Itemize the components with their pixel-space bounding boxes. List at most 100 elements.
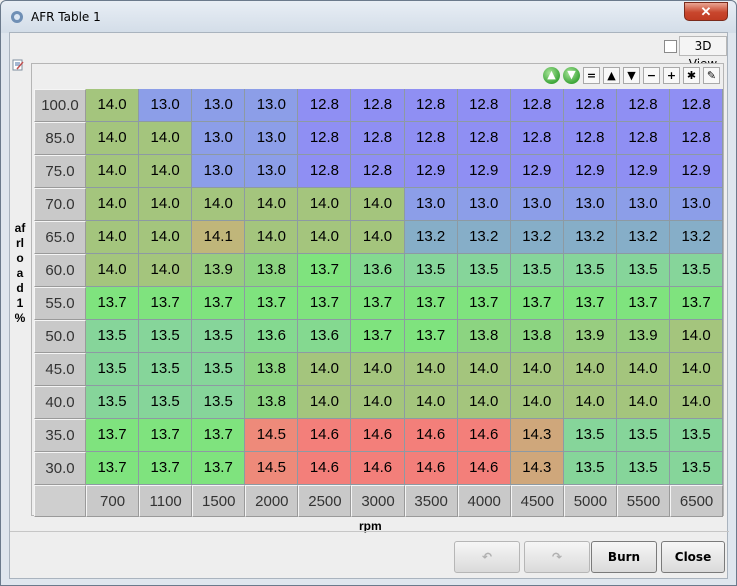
table-cell[interactable]: 12.8 — [457, 89, 511, 122]
table-cell[interactable]: 13.5 — [616, 452, 671, 485]
table-cell[interactable]: 13.2 — [404, 221, 458, 254]
table-cell[interactable]: 13.7 — [192, 419, 246, 452]
table-cell[interactable]: 13.5 — [139, 320, 193, 353]
table-cell[interactable]: 13.8 — [457, 320, 511, 353]
table-cell[interactable]: 12.8 — [563, 122, 617, 155]
table-cell[interactable]: 13.0 — [192, 89, 246, 122]
table-cell[interactable]: 13.6 — [351, 254, 405, 287]
table-cell[interactable]: 14.0 — [245, 221, 299, 254]
table-cell[interactable]: 12.8 — [510, 89, 564, 122]
table-cell[interactable]: 14.0 — [139, 122, 193, 155]
table-cell[interactable]: 12.9 — [457, 155, 511, 188]
table-cell[interactable]: 14.0 — [563, 353, 617, 386]
table-cell[interactable]: 14.0 — [298, 386, 352, 419]
table-cell[interactable]: 13.7 — [616, 287, 671, 320]
table-cell[interactable]: 14.0 — [670, 320, 724, 353]
table-cell[interactable]: 13.7 — [139, 419, 193, 452]
table-cell[interactable]: 13.6 — [245, 320, 299, 353]
table-cell[interactable]: 13.0 — [245, 155, 299, 188]
table-cell[interactable]: 13.5 — [457, 254, 511, 287]
table-cell[interactable]: 14.0 — [404, 353, 458, 386]
table-cell[interactable]: 12.8 — [351, 122, 405, 155]
table-cell[interactable]: 13.0 — [510, 188, 564, 221]
table-cell[interactable]: 13.5 — [616, 254, 671, 287]
table-cell[interactable]: 13.7 — [86, 452, 140, 485]
table-cell[interactable]: 13.5 — [670, 452, 724, 485]
table-cell[interactable]: 13.5 — [86, 353, 140, 386]
table-cell[interactable]: 13.0 — [192, 122, 246, 155]
table-cell[interactable]: 13.9 — [192, 254, 246, 287]
table-cell[interactable]: 13.5 — [139, 353, 193, 386]
table-cell[interactable]: 13.5 — [86, 320, 140, 353]
subtract-button[interactable]: − — [643, 67, 660, 84]
table-cell[interactable]: 13.7 — [298, 287, 352, 320]
table-cell[interactable]: 13.5 — [192, 320, 246, 353]
close-button[interactable]: Close — [661, 541, 725, 573]
table-cell[interactable]: 13.7 — [139, 287, 193, 320]
table-cell[interactable]: 14.5 — [245, 452, 299, 485]
table-cell[interactable]: 13.7 — [351, 320, 405, 353]
table-cell[interactable]: 14.6 — [298, 452, 352, 485]
table-cell[interactable]: 14.0 — [139, 188, 193, 221]
redo-button[interactable]: ↷ — [524, 541, 590, 573]
table-cell[interactable]: 14.0 — [86, 221, 140, 254]
table-cell[interactable]: 12.8 — [351, 155, 405, 188]
table-cell[interactable]: 13.5 — [86, 386, 140, 419]
table-cell[interactable]: 14.3 — [510, 452, 564, 485]
table-cell[interactable]: 13.5 — [563, 452, 617, 485]
table-cell[interactable]: 12.8 — [404, 122, 458, 155]
table-cell[interactable]: 13.7 — [563, 287, 617, 320]
table-cell[interactable]: 12.8 — [670, 89, 724, 122]
set-equal-button[interactable]: = — [583, 67, 600, 84]
table-cell[interactable]: 13.5 — [192, 353, 246, 386]
table-cell[interactable]: 13.0 — [670, 188, 724, 221]
table-cell[interactable]: 13.8 — [510, 320, 564, 353]
table-cell[interactable]: 14.6 — [351, 452, 405, 485]
table-cell[interactable]: 12.8 — [670, 122, 724, 155]
table-cell[interactable]: 13.6 — [298, 320, 352, 353]
table-cell[interactable]: 14.0 — [139, 155, 193, 188]
table-cell[interactable]: 14.0 — [616, 353, 671, 386]
table-cell[interactable]: 12.8 — [510, 122, 564, 155]
table-cell[interactable]: 14.0 — [351, 386, 405, 419]
add-button[interactable]: + — [663, 67, 680, 84]
table-cell[interactable]: 13.9 — [563, 320, 617, 353]
table-cell[interactable]: 13.5 — [510, 254, 564, 287]
view3d-checkbox[interactable] — [664, 40, 677, 53]
table-cell[interactable]: 14.5 — [245, 419, 299, 452]
table-cell[interactable]: 13.2 — [616, 221, 671, 254]
table-cell[interactable]: 13.7 — [457, 287, 511, 320]
table-cell[interactable]: 13.7 — [510, 287, 564, 320]
table-cell[interactable]: 13.0 — [192, 155, 246, 188]
table-cell[interactable]: 14.6 — [457, 452, 511, 485]
view3d-button[interactable]: 3D View — [679, 36, 727, 71]
increase-all-icon[interactable]: ▲ — [543, 67, 560, 84]
table-cell[interactable]: 14.6 — [404, 419, 458, 452]
table-cell[interactable]: 14.0 — [86, 122, 140, 155]
decrease-all-icon[interactable]: ▼ — [563, 67, 580, 84]
interpolate-pen-button[interactable]: ✎ — [703, 67, 720, 84]
table-cell[interactable]: 13.2 — [563, 221, 617, 254]
table-cell[interactable]: 13.2 — [457, 221, 511, 254]
table-cell[interactable]: 13.5 — [139, 386, 193, 419]
table-cell[interactable]: 12.8 — [298, 155, 352, 188]
table-cell[interactable]: 13.9 — [616, 320, 671, 353]
table-cell[interactable]: 14.0 — [86, 254, 140, 287]
table-cell[interactable]: 14.0 — [298, 353, 352, 386]
table-cell[interactable]: 13.8 — [245, 254, 299, 287]
table-cell[interactable]: 13.7 — [670, 287, 724, 320]
table-cell[interactable]: 13.5 — [670, 419, 724, 452]
table-cell[interactable]: 12.9 — [404, 155, 458, 188]
table-cell[interactable]: 13.2 — [510, 221, 564, 254]
table-cell[interactable]: 13.0 — [245, 89, 299, 122]
table-cell[interactable]: 14.0 — [457, 353, 511, 386]
table-cell[interactable]: 13.7 — [298, 254, 352, 287]
table-cell[interactable]: 13.7 — [139, 452, 193, 485]
table-cell[interactable]: 14.0 — [510, 386, 564, 419]
table-cell[interactable]: 14.0 — [86, 89, 140, 122]
table-cell[interactable]: 13.5 — [563, 419, 617, 452]
table-cell[interactable]: 14.0 — [298, 188, 352, 221]
table-cell[interactable]: 14.0 — [457, 386, 511, 419]
table-cell[interactable]: 13.7 — [192, 287, 246, 320]
table-cell[interactable]: 13.7 — [86, 419, 140, 452]
